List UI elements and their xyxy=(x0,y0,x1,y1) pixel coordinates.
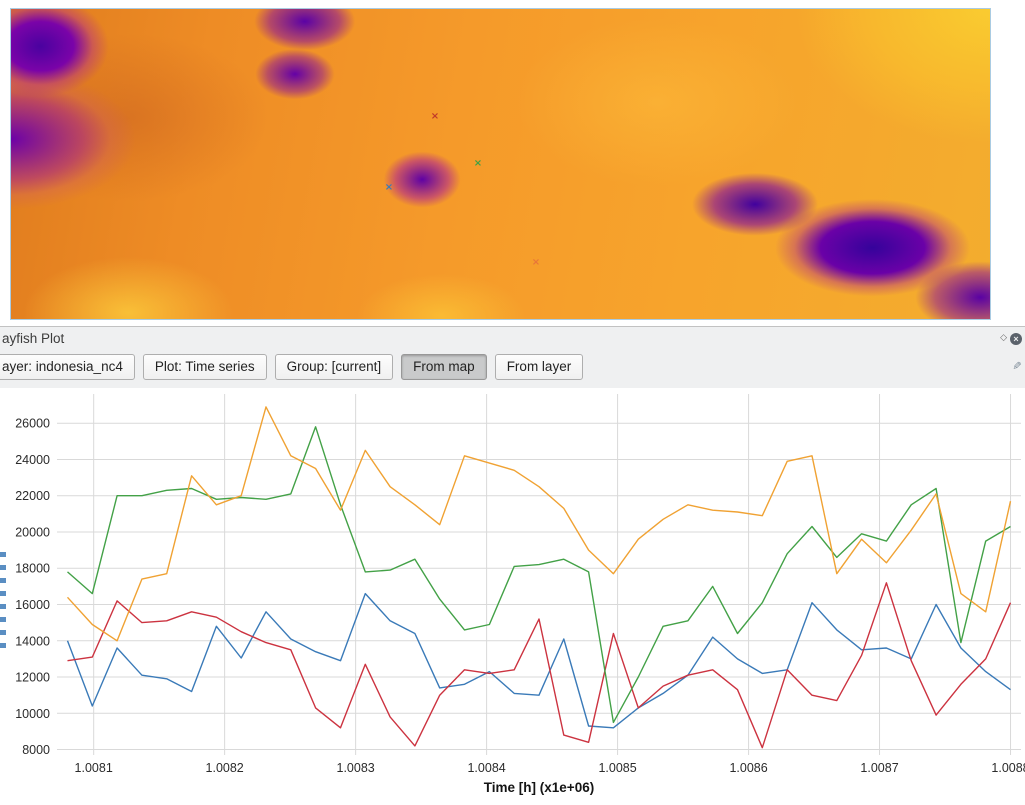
toolbar: ✎ ayer: indonesia_nc4 Plot: Time series Gr… xyxy=(0,350,1025,388)
x-axis-title: Time [h] (x1e+06) xyxy=(484,780,594,795)
timeseries-chart[interactable]: 1.0081 1.0082 1.0083 1.0084 1.0085 1.0086 1.00… xyxy=(0,388,1025,800)
toolbar-button-from-layer[interactable]: From layer xyxy=(495,354,584,380)
plot-settings-icon[interactable]: ✎ xyxy=(1010,361,1021,370)
map-canvas[interactable]: × × × × xyxy=(10,8,991,320)
y-tick-label: 12000 xyxy=(15,671,50,685)
y-tick-label: 16000 xyxy=(15,598,50,612)
close-icon[interactable]: × xyxy=(1010,333,1022,345)
panel-header: ayfish Plot ◇ × xyxy=(0,326,1025,350)
y-tick-label: 26000 xyxy=(15,417,50,431)
map-marker-red: × xyxy=(431,112,439,122)
map-marker-blue: × xyxy=(385,183,393,193)
toolbar-button-group[interactable]: Group: [current] xyxy=(275,354,394,380)
toolbar-button-plot[interactable]: Plot: Time series xyxy=(143,354,267,380)
y-tick-label: 22000 xyxy=(15,489,50,503)
x-tick-label: 1.0087 xyxy=(860,761,898,775)
panel-title: ayfish Plot xyxy=(2,327,64,350)
close-x-glyph: × xyxy=(1013,335,1018,344)
y-tick-label: 8000 xyxy=(22,743,50,757)
toolbar-button-from-map[interactable]: From map xyxy=(401,354,487,380)
x-tick-label: 1.0081 xyxy=(75,761,113,775)
series-green xyxy=(68,427,1011,723)
x-tick-label: 1.0085 xyxy=(598,761,636,775)
y-tick-label: 14000 xyxy=(15,634,50,648)
map-marker-green: × xyxy=(474,159,482,169)
x-tick-label: 1.0086 xyxy=(729,761,767,775)
series-red xyxy=(68,583,1011,748)
x-tick-label: 1.0082 xyxy=(206,761,244,775)
chart-area: 1.0081 1.0082 1.0083 1.0084 1.0085 1.0086 1.00… xyxy=(0,388,1025,800)
float-panel-icon[interactable]: ◇ xyxy=(1000,333,1007,342)
x-tick-label: 1.0084 xyxy=(467,761,505,775)
y-tick-label: 10000 xyxy=(15,707,50,721)
y-tick-label: 20000 xyxy=(15,525,50,539)
y-tick-label: 24000 xyxy=(15,453,50,467)
toolbar-button-layer[interactable]: ayer: indonesia_nc4 xyxy=(0,354,135,380)
y-axis-label-clipped xyxy=(0,552,6,656)
y-tick-label: 18000 xyxy=(15,562,50,576)
series-blue xyxy=(68,594,1011,728)
x-tick-label: 1.0088 xyxy=(991,761,1025,775)
series-orange xyxy=(68,407,1011,641)
map-marker-orange: × xyxy=(532,258,540,268)
x-tick-label: 1.0083 xyxy=(337,761,375,775)
